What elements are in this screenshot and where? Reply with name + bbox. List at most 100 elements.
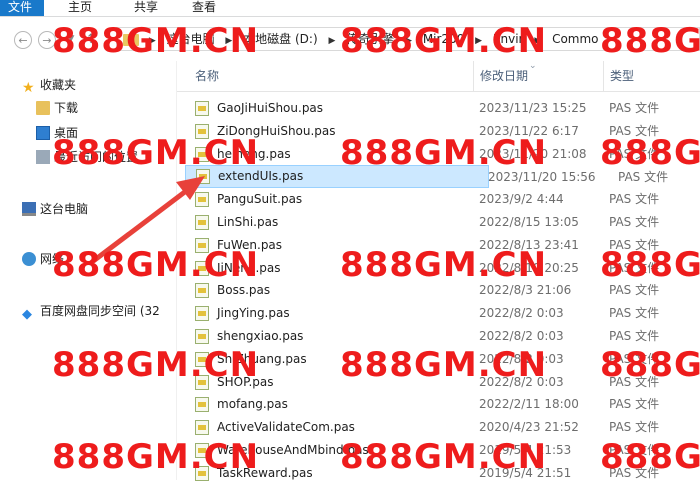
sidebar-item-label: 最近访问的位置 bbox=[54, 150, 139, 164]
pas-file-icon bbox=[195, 351, 209, 367]
sidebar-item-downloads[interactable]: 下载 bbox=[36, 98, 78, 118]
sidebar-item-favorites[interactable]: ★ 收藏夹 bbox=[22, 75, 76, 95]
up-arrow-icon[interactable]: ↑ bbox=[82, 31, 100, 49]
computer-icon bbox=[22, 202, 36, 216]
pas-file-icon bbox=[195, 465, 209, 481]
file-date: 2022/8/2 0:03 bbox=[479, 374, 564, 389]
tab-share[interactable]: 共享 bbox=[124, 0, 168, 16]
pas-file-icon bbox=[195, 328, 209, 344]
file-row[interactable]: ActiveValidateCom.pas 2020/4/23 21:52 PAS … bbox=[177, 416, 700, 439]
pas-file-icon bbox=[195, 214, 209, 230]
file-date: 2023/11/20 15:56 bbox=[488, 170, 596, 185]
tab-file[interactable]: 文件 bbox=[0, 0, 45, 16]
file-row[interactable]: Boss.pas 2022/8/3 21:06 PAS 文件 bbox=[177, 279, 700, 302]
file-type: PAS 文件 bbox=[618, 170, 669, 185]
file-type: PAS 文件 bbox=[609, 374, 660, 389]
file-row[interactable]: GaoJiHuiShou.pas 2023/11/23 15:25 PAS 文件 bbox=[177, 97, 700, 120]
sidebar-item-label: 收藏夹 bbox=[40, 78, 77, 92]
file-row[interactable]: JiNeng.pas 2022/8/10 20:25 PAS 文件 bbox=[177, 257, 700, 280]
file-row[interactable]: shengxiao.pas 2022/8/2 0:03 PAS 文件 bbox=[177, 325, 700, 348]
forward-arrow-icon[interactable]: → bbox=[38, 31, 56, 49]
sidebar-item-network[interactable]: 网络 bbox=[22, 249, 64, 269]
star-icon: ★ bbox=[22, 80, 35, 96]
file-name: ShiZhuang.pas bbox=[217, 351, 307, 366]
file-row[interactable]: PanguSuit.pas 2023/9/2 4:44 PAS 文件 bbox=[177, 188, 700, 211]
tab-view[interactable]: 查看 bbox=[182, 0, 226, 16]
file-type: PAS 文件 bbox=[609, 192, 660, 207]
chevron-right-icon[interactable]: ▶ bbox=[221, 30, 236, 50]
sidebar-item-label: 下载 bbox=[54, 101, 79, 115]
file-row[interactable]: FuWen.pas 2022/8/13 23:41 PAS 文件 bbox=[177, 234, 700, 257]
column-header-date[interactable]: 修改日期 bbox=[473, 61, 528, 91]
breadcrumb-mir200[interactable]: Mir200 bbox=[420, 28, 468, 50]
file-row[interactable]: mofang.pas 2022/2/11 18:00 PAS 文件 bbox=[177, 393, 700, 416]
breadcrumb-engine[interactable]: 传奇引擎 bbox=[343, 28, 397, 50]
column-header-type[interactable]: 类型 bbox=[603, 61, 634, 91]
tab-home[interactable]: 主页 bbox=[58, 0, 102, 16]
breadcrumb-common[interactable]: Commo bbox=[549, 28, 601, 50]
breadcrumb-envir[interactable]: Envir bbox=[490, 28, 527, 50]
pas-file-icon bbox=[195, 397, 209, 413]
baidu-netdisk-icon: ◆ bbox=[22, 307, 32, 322]
chevron-right-icon[interactable]: ▶ bbox=[401, 30, 416, 50]
pas-file-icon bbox=[195, 306, 209, 322]
file-row[interactable]: ZiDongHuiShou.pas 2023/11/22 6:17 PAS 文件 bbox=[177, 120, 700, 143]
file-row[interactable]: LinShi.pas 2022/8/15 13:05 PAS 文件 bbox=[177, 211, 700, 234]
pas-file-icon bbox=[195, 374, 209, 390]
file-type: PAS 文件 bbox=[609, 214, 660, 229]
folder-icon bbox=[123, 33, 139, 46]
pas-file-icon bbox=[195, 420, 209, 436]
file-date: 2023/11/22 6:17 bbox=[479, 123, 579, 138]
back-arrow-icon[interactable]: ← bbox=[14, 31, 32, 49]
chevron-right-icon[interactable]: ▶ bbox=[530, 30, 545, 50]
navigation-bar: ← → ▼ ↑ ▶ 这台电脑 ▶ 本地磁盘 (D:) ▶ 传奇引擎 ▶ Mir2… bbox=[0, 17, 700, 61]
file-date: 2022/8/10 20:25 bbox=[479, 260, 579, 275]
chevron-right-icon[interactable]: ▶ bbox=[145, 30, 160, 50]
file-row[interactable]: SHOP.pas 2022/8/2 0:03 PAS 文件 bbox=[177, 371, 700, 394]
sidebar-item-this-pc[interactable]: 这台电脑 bbox=[22, 199, 88, 219]
file-date: 2019/5/4 21:51 bbox=[479, 465, 572, 480]
pas-file-icon bbox=[195, 283, 209, 299]
recent-places-icon bbox=[36, 150, 50, 164]
file-date: 2023/9/2 4:44 bbox=[479, 192, 564, 207]
pas-file-icon bbox=[196, 169, 210, 185]
file-date: 2019/5/4 21:53 bbox=[479, 442, 572, 457]
file-row[interactable]: WarehouseAndMbind.pas 2019/5/4 21:53 PAS 文… bbox=[177, 439, 700, 462]
pas-file-icon bbox=[195, 123, 209, 139]
address-bar[interactable]: ▶ 这台电脑 ▶ 本地磁盘 (D:) ▶ 传奇引擎 ▶ Mir200 ▶ Env… bbox=[116, 27, 700, 51]
sidebar-item-baidu-sync[interactable]: ◆ 百度网盘同步空间 (32 bbox=[22, 301, 160, 322]
file-name: extendUIs.pas bbox=[218, 169, 304, 184]
file-type: PAS 文件 bbox=[609, 146, 660, 161]
sort-descending-icon: ⌄ bbox=[529, 61, 537, 71]
file-type: PAS 文件 bbox=[609, 237, 660, 252]
sidebar-item-desktop[interactable]: 桌面 bbox=[36, 123, 78, 143]
file-row[interactable]: extendUIs.pas 2023/11/20 15:56 PAS 文件 bbox=[185, 165, 668, 189]
file-name: ZiDongHuiShou.pas bbox=[217, 123, 336, 138]
file-name: FuWen.pas bbox=[217, 237, 283, 252]
file-name: GaoJiHuiShou.pas bbox=[217, 101, 324, 115]
chevron-right-icon[interactable]: ▶ bbox=[324, 30, 339, 50]
sidebar-item-label: 百度网盘同步空间 (32 bbox=[40, 304, 160, 318]
sidebar-item-recent-places[interactable]: 最近访问的位置 bbox=[36, 147, 138, 167]
file-date: 2022/8/2 0:03 bbox=[479, 328, 564, 343]
file-row[interactable]: TaskReward.pas 2019/5/4 21:51 PAS 文件 bbox=[177, 462, 700, 485]
file-row[interactable]: JingYing.pas 2022/8/2 0:03 PAS 文件 bbox=[177, 302, 700, 325]
recent-locations-chevron-icon[interactable]: ▼ bbox=[62, 31, 80, 49]
downloads-folder-icon bbox=[36, 101, 50, 115]
file-name: mofang.pas bbox=[217, 397, 288, 412]
breadcrumb-this-pc[interactable]: 这台电脑 bbox=[164, 28, 218, 50]
desktop-icon bbox=[36, 126, 50, 140]
pas-file-icon bbox=[195, 146, 209, 162]
breadcrumb-local-disk[interactable]: 本地磁盘 (D:) bbox=[240, 28, 320, 50]
file-type: PAS 文件 bbox=[609, 123, 660, 138]
file-row[interactable]: heiheng.pas 2023/11/20 21:08 PAS 文件 bbox=[177, 143, 700, 166]
file-name: JiNeng.pas bbox=[217, 260, 281, 275]
file-row[interactable]: ShiZhuang.pas 2022/8/2 0:03 PAS 文件 bbox=[177, 348, 700, 371]
file-date: 2022/2/11 18:00 bbox=[479, 397, 579, 412]
file-date: 2022/8/3 21:06 bbox=[479, 283, 572, 298]
pas-file-icon bbox=[195, 101, 209, 116]
chevron-right-icon[interactable]: ▶ bbox=[471, 30, 486, 50]
file-type: PAS 文件 bbox=[609, 283, 660, 298]
file-type: PAS 文件 bbox=[609, 260, 660, 275]
column-header-name[interactable]: 名称 bbox=[189, 61, 219, 91]
